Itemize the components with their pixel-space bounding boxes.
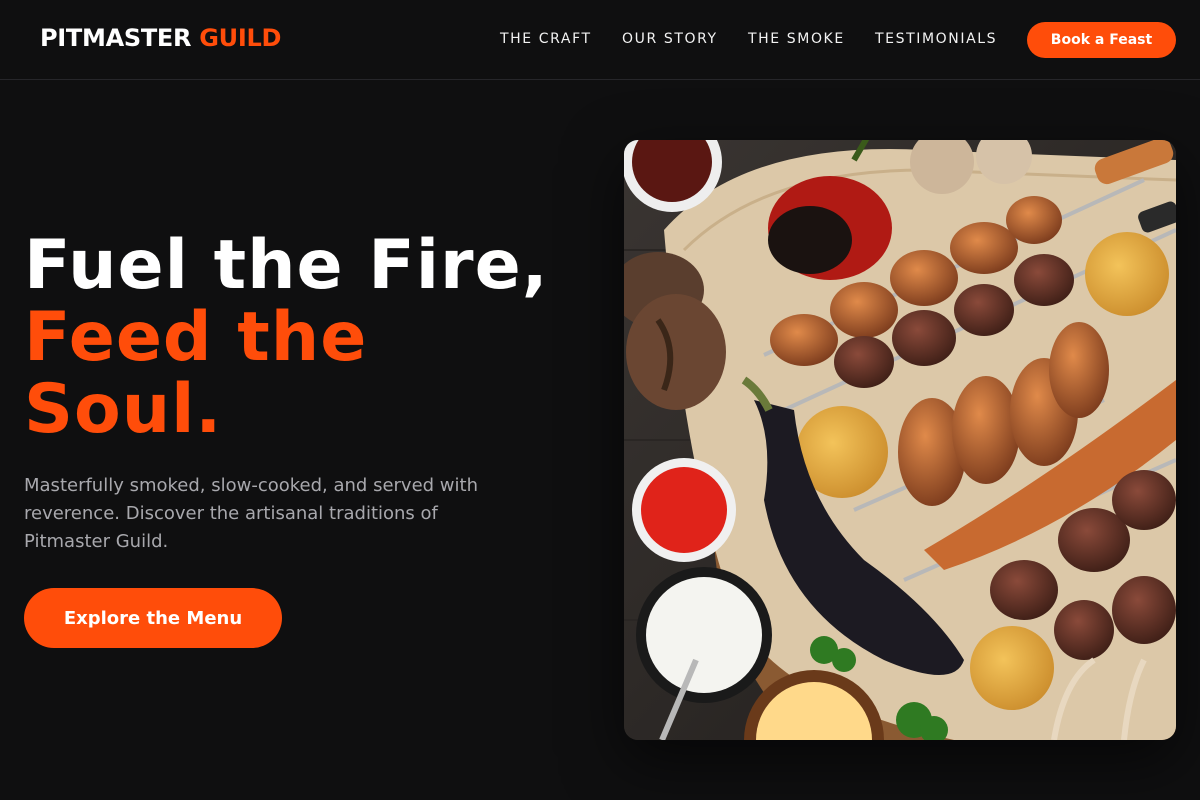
top-navigation: PITMASTER GUILD THE CRAFT OUR STORY THE …: [0, 0, 1200, 80]
brand-name-primary: PITMASTER: [40, 24, 192, 52]
hero-description: Masterfully smoked, slow-cooked, and ser…: [24, 475, 478, 552]
headline-line-2: Feed the: [24, 298, 368, 377]
nav-link-the-smoke[interactable]: THE SMOKE: [748, 31, 845, 47]
explore-menu-button[interactable]: Explore the Menu: [24, 588, 282, 648]
headline-line-3: Soul.: [24, 370, 223, 449]
hero-headline: Fuel the Fire, Feed the Soul.: [24, 230, 549, 446]
nav-link-the-craft[interactable]: THE CRAFT: [500, 31, 592, 47]
book-a-feast-button[interactable]: Book a Feast: [1027, 22, 1176, 58]
nav-link-testimonials[interactable]: TESTIMONIALS: [875, 31, 997, 47]
brand-name-accent: GUILD: [199, 24, 282, 52]
headline-line-1: Fuel the Fire,: [24, 226, 549, 305]
bbq-platter-image: [624, 140, 1176, 740]
brand-logo[interactable]: PITMASTER GUILD: [40, 24, 281, 52]
nav-link-our-story[interactable]: OUR STORY: [622, 31, 718, 47]
